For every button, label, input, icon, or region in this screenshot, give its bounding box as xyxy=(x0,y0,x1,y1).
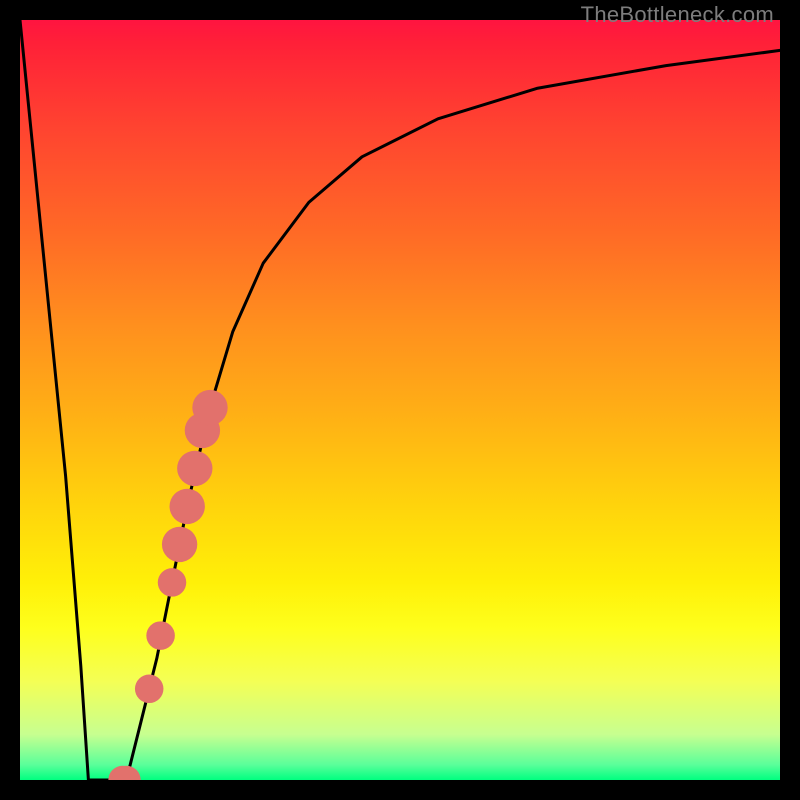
plot-area: TheBottleneck.com xyxy=(20,20,780,780)
curve-marker xyxy=(170,489,205,524)
curve-marker xyxy=(146,621,175,650)
curve-marker xyxy=(177,451,212,486)
curve-markers xyxy=(108,390,227,780)
curve-marker xyxy=(135,675,164,704)
bottleneck-curve xyxy=(20,20,780,780)
curve-marker xyxy=(158,568,187,597)
curve-marker xyxy=(192,390,227,425)
chart-svg xyxy=(20,20,780,780)
curve-marker xyxy=(162,527,197,562)
chart-frame: TheBottleneck.com xyxy=(0,0,800,800)
